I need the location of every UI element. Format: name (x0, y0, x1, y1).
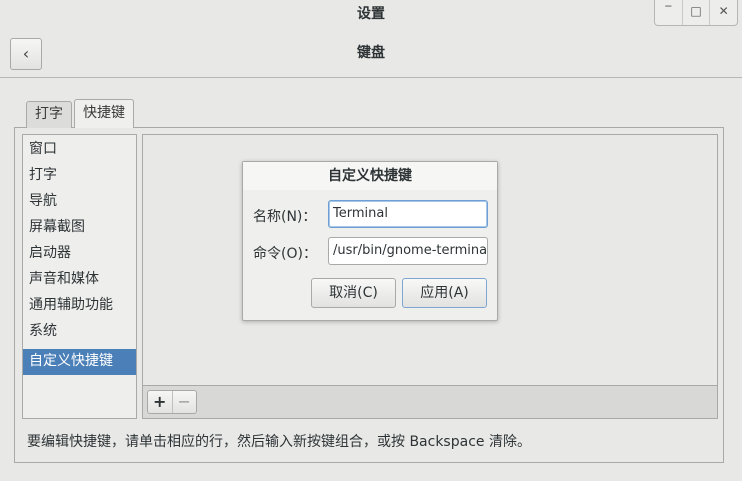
add-remove-group: + − (147, 390, 197, 414)
category-item-windows[interactable]: 窗口 (23, 137, 136, 163)
category-item-screenshots[interactable]: 屏幕截图 (23, 215, 136, 241)
tab-shortcuts[interactable]: 快捷键 (74, 99, 134, 128)
category-item-launchers[interactable]: 启动器 (23, 241, 136, 267)
shortcut-toolbar: + − (142, 386, 718, 419)
header-bar: 键盘 ‹ (0, 30, 742, 78)
custom-shortcut-dialog: 自定义快捷键 名称(N)： Terminal 命令(O)： /usr/bin/g… (242, 161, 498, 321)
window-title: 设置 (357, 6, 385, 22)
back-button[interactable]: ‹ (10, 38, 42, 70)
dialog-title: 自定义快捷键 (243, 162, 497, 190)
category-item-system[interactable]: 系统 (23, 319, 136, 345)
minimize-icon[interactable]: ‾ (655, 0, 682, 25)
category-item-sound-media[interactable]: 声音和媒体 (23, 267, 136, 293)
category-item-navigation[interactable]: 导航 (23, 189, 136, 215)
cancel-button[interactable]: 取消(C) (311, 278, 396, 308)
category-item-custom-shortcuts[interactable]: 自定义快捷键 (23, 349, 136, 375)
page-title: 键盘 (357, 45, 385, 61)
add-shortcut-button[interactable]: + (148, 391, 172, 413)
hint-text: 要编辑快捷键，请单击相应的行，然后输入新按键组合，或按 Backspace 清除… (27, 434, 531, 450)
tab-bar: 打字 快捷键 (26, 99, 134, 128)
category-item-accessibility[interactable]: 通用辅助功能 (23, 293, 136, 319)
category-item-typing[interactable]: 打字 (23, 163, 136, 189)
command-input[interactable]: /usr/bin/gnome-terminal (328, 237, 488, 265)
window-titlebar: 设置 (0, 0, 742, 30)
chevron-left-icon: ‹ (22, 44, 30, 63)
maximize-icon[interactable]: □ (681, 0, 710, 25)
tab-typing[interactable]: 打字 (26, 101, 72, 128)
command-label: 命令(O)： (253, 246, 317, 262)
category-list: 窗口 打字 导航 屏幕截图 启动器 声音和媒体 通用辅助功能 系统 自定义快捷键 (22, 134, 137, 419)
name-label: 名称(N)： (253, 209, 317, 225)
close-icon[interactable]: ✕ (709, 0, 737, 25)
remove-shortcut-button[interactable]: − (171, 391, 197, 413)
name-input[interactable]: Terminal (328, 200, 488, 228)
window-controls: ‾ □ ✕ (654, 0, 738, 26)
apply-button[interactable]: 应用(A) (402, 278, 487, 308)
